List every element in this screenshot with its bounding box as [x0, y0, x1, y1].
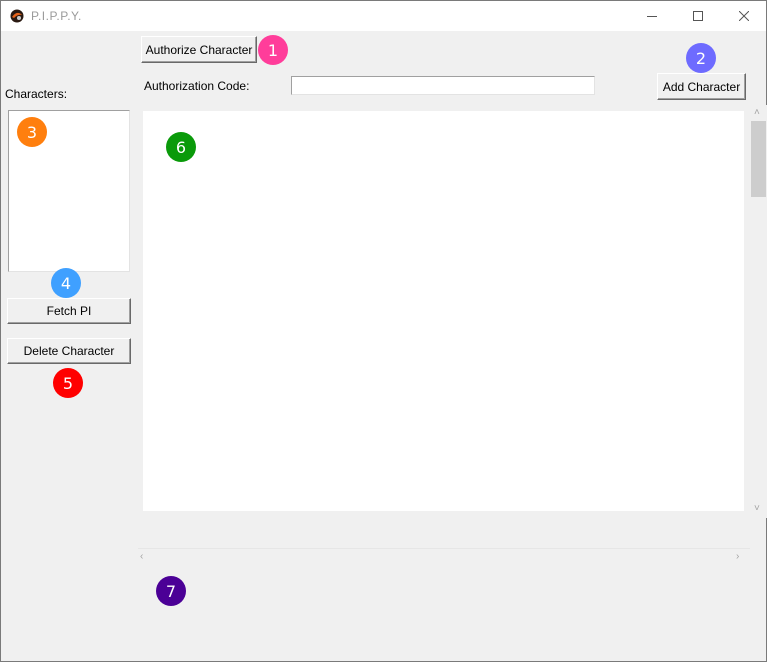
maximize-button[interactable]: [675, 1, 721, 31]
app-window: P.I.P.P.Y. Authorize Character 1 Authori…: [0, 0, 767, 662]
delete-character-button[interactable]: Delete Character: [7, 338, 131, 364]
marker-number: 7: [165, 581, 177, 601]
window-title: P.I.P.P.Y.: [31, 9, 82, 23]
marker-number: 5: [62, 373, 74, 393]
output-text-area[interactable]: [143, 111, 744, 511]
authorize-character-button[interactable]: Authorize Character: [141, 36, 257, 63]
scroll-up-arrow-icon[interactable]: ˄: [754, 108, 760, 118]
scroll-left-arrow-icon[interactable]: ‹: [140, 552, 143, 562]
add-character-button[interactable]: Add Character: [657, 73, 746, 100]
marker-number: 6: [175, 137, 187, 157]
annotation-marker-2: 2: [686, 43, 716, 73]
close-icon: [739, 11, 749, 21]
title-bar: P.I.P.P.Y.: [1, 1, 766, 31]
scroll-down-arrow-icon[interactable]: ˅: [754, 504, 760, 514]
annotation-marker-7: 7: [156, 576, 186, 606]
minimize-icon: [647, 16, 657, 17]
annotation-marker-3: 3: [17, 117, 47, 147]
marker-number: 3: [26, 122, 38, 142]
annotation-marker-4: 4: [51, 268, 81, 298]
annotation-marker-5: 5: [53, 368, 83, 398]
marker-number: 4: [60, 273, 72, 293]
scroll-right-arrow-icon[interactable]: ›: [736, 552, 739, 562]
app-logo-icon: [10, 9, 24, 23]
marker-number: 1: [267, 40, 279, 60]
horizontal-scrollbar[interactable]: ‹ ›: [138, 548, 750, 566]
close-button[interactable]: [721, 1, 767, 31]
vertical-scrollbar[interactable]: ˄ ˅: [750, 105, 767, 518]
characters-label: Characters:: [5, 87, 68, 101]
maximize-icon: [693, 11, 703, 21]
vertical-scroll-thumb[interactable]: [751, 121, 766, 197]
marker-number: 2: [695, 48, 707, 68]
minimize-button[interactable]: [629, 1, 675, 31]
fetch-pi-button[interactable]: Fetch PI: [7, 298, 131, 324]
annotation-marker-6: 6: [166, 132, 196, 162]
authorization-code-input[interactable]: [291, 76, 595, 95]
authorization-code-label: Authorization Code:: [144, 79, 250, 93]
annotation-marker-1: 1: [258, 35, 288, 65]
